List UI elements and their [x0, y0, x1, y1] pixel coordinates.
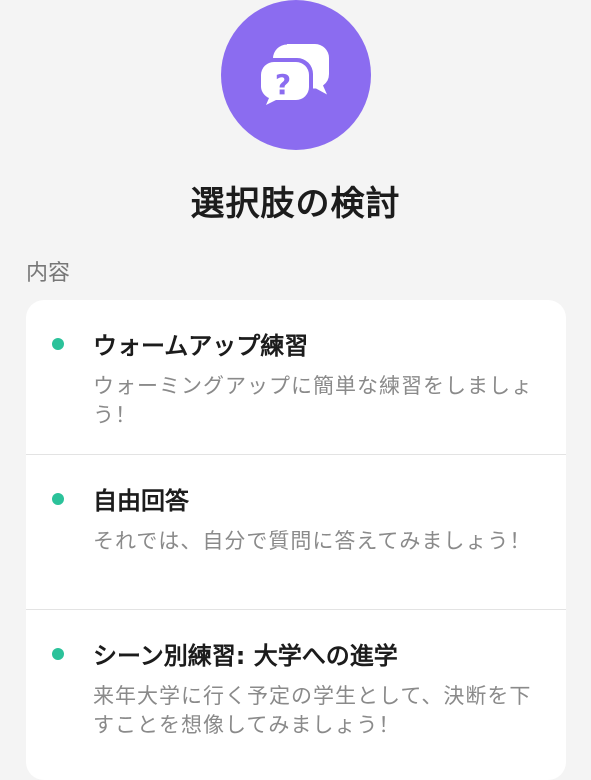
bullet-dot	[52, 338, 64, 350]
list-item-scenario[interactable]: シーン別練習: 大学への進学 来年大学に行く予定の学生として、決断を下すことを想…	[26, 610, 566, 765]
section-label: 内容	[26, 261, 71, 286]
item-description: ウォーミングアップに簡単な練習をしましょう！	[93, 374, 533, 427]
question-chat-bubbles-svg: ?	[257, 44, 329, 112]
item-description: 来年大学に行く予定の学生として、決断を下すことを想像してみましょう！	[93, 684, 532, 737]
item-description: それでは、自分で質問に答えてみましょう！	[93, 529, 532, 553]
item-title: ウォームアップ練習	[93, 332, 309, 360]
item-title: シーン別練習: 大学への進学	[93, 642, 398, 670]
bullet-dot	[52, 493, 64, 505]
svg-text:?: ?	[275, 68, 291, 101]
page-title: 選択肢の検討	[190, 184, 401, 224]
question-chat-bubbles-icon: ?	[221, 0, 371, 150]
item-title: 自由回答	[93, 487, 189, 515]
list-item-warmup[interactable]: ウォームアップ練習 ウォーミングアップに簡単な練習をしましょう！	[26, 300, 566, 455]
content-card: ウォームアップ練習 ウォーミングアップに簡単な練習をしましょう！ 自由回答 それ…	[26, 300, 566, 780]
bullet-dot	[52, 648, 64, 660]
list-item-free-answer[interactable]: 自由回答 それでは、自分で質問に答えてみましょう！	[26, 455, 566, 610]
